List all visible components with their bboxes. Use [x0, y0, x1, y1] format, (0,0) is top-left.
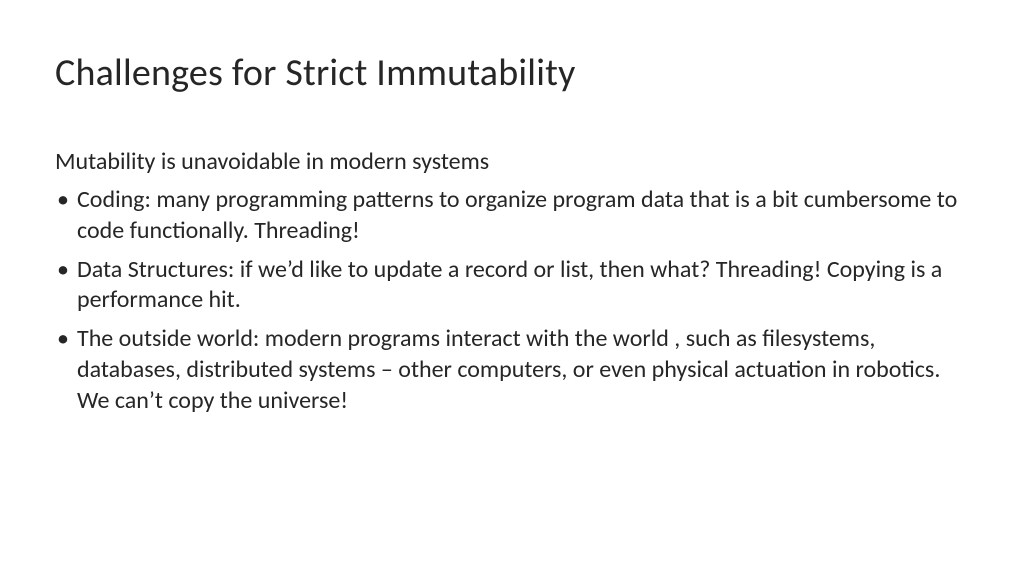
list-item: The outside world: modern programs inter… — [55, 324, 969, 416]
list-item: Data Structures: if we’d like to update … — [55, 255, 969, 316]
slide-title: Challenges for Strict Immutability — [55, 50, 969, 96]
list-item: Coding: many programming patterns to org… — [55, 185, 969, 246]
lead-text: Mutability is unavoidable in modern syst… — [55, 146, 969, 177]
bullet-list: Coding: many programming patterns to org… — [55, 185, 969, 416]
